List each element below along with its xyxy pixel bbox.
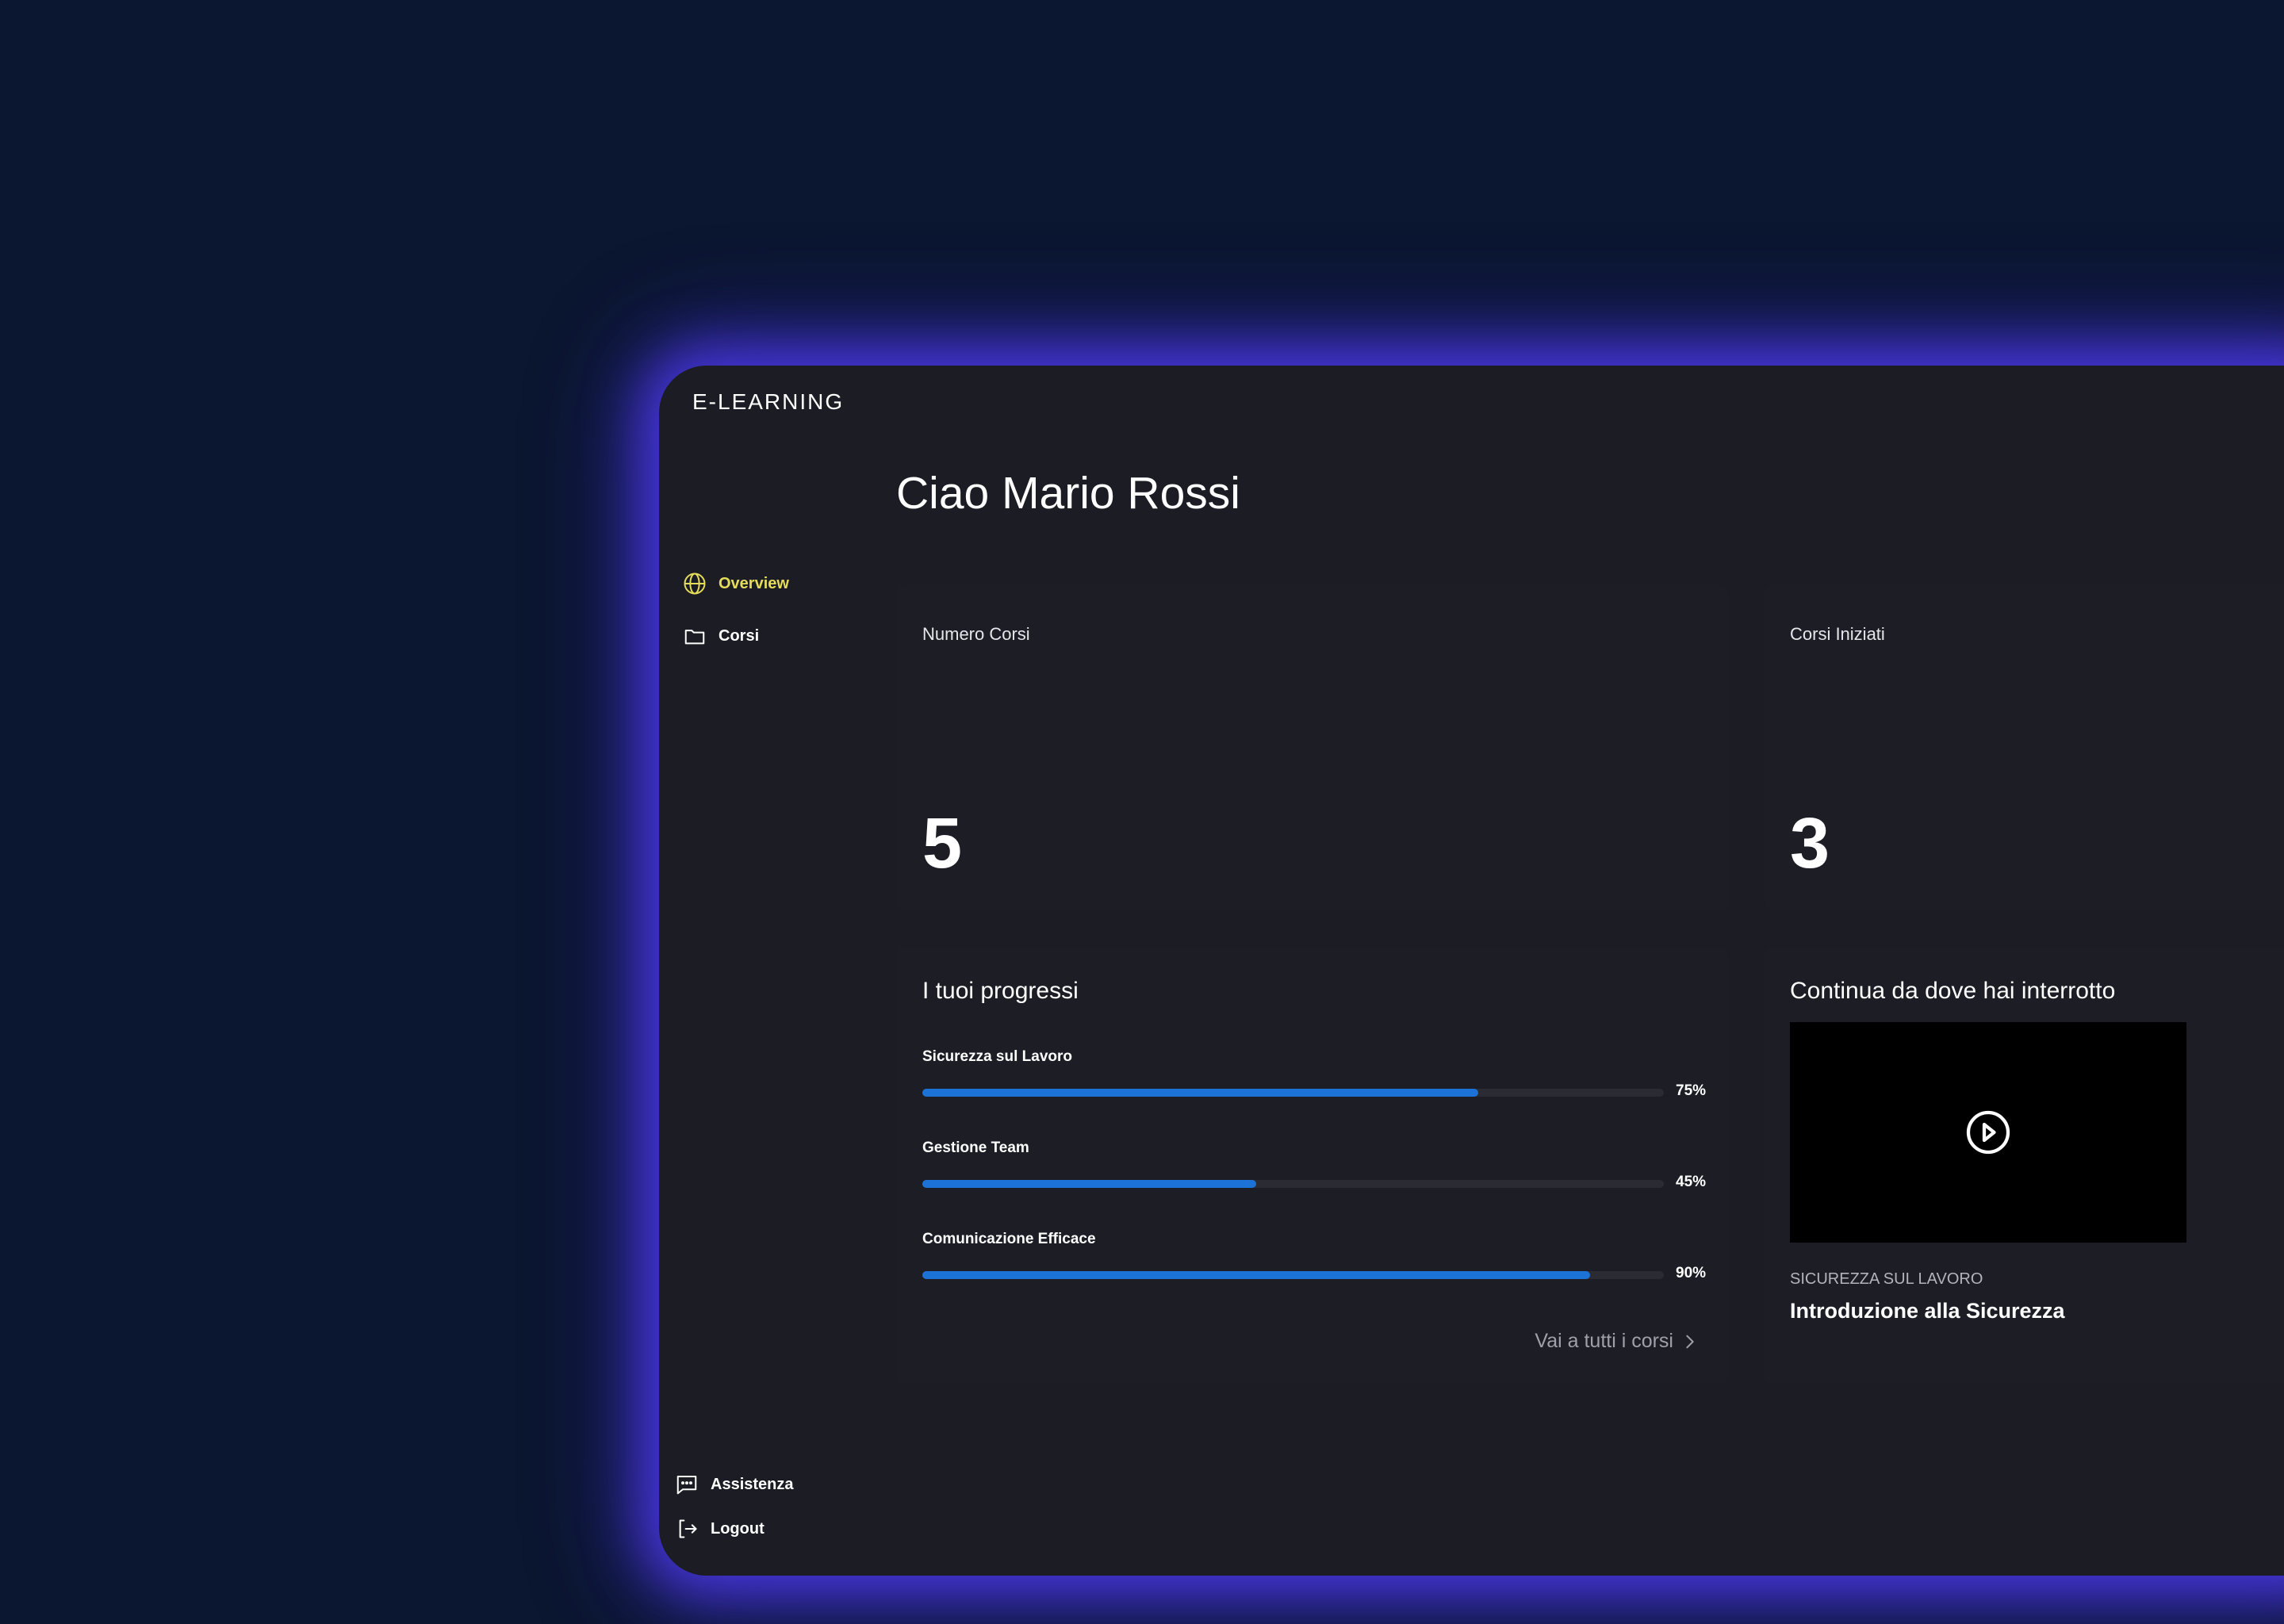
progress-item: Comunicazione Efficace 90% [922, 1231, 1707, 1294]
progress-bar-track [922, 1089, 1664, 1097]
stat-label: Corsi Iniziati [1790, 624, 1885, 644]
progress-percent: 75% [1676, 1082, 1707, 1099]
chevron-right-icon [1686, 1335, 1694, 1348]
globe-icon [684, 573, 706, 595]
sidebar-item-label: Assistenza [711, 1475, 794, 1493]
page-title: Ciao Mario Rossi [896, 468, 1240, 519]
logout-icon [679, 1519, 697, 1538]
progress-course-name: Comunicazione Efficace [922, 1231, 1096, 1247]
app-window: E-LEARNING Overview Corsi Assistenza Log… [659, 366, 2284, 1576]
progress-course-name: Gestione Team [922, 1139, 1029, 1156]
chat-icon [676, 1476, 697, 1495]
progress-percent: 45% [1676, 1174, 1707, 1190]
course-category: SICUREZZA SUL LAVORO [1790, 1270, 1983, 1288]
sidebar-item-label: Overview [719, 574, 789, 592]
sidebar-item-assistenza[interactable]: Assistenza [675, 1473, 794, 1496]
stat-card-corsi-iniziati: Corsi Iniziati 3 [1764, 584, 2284, 910]
progress-bar-fill [922, 1089, 1479, 1097]
sidebar-item-label: Corsi [719, 626, 760, 645]
sidebar-item-label: Logout [711, 1519, 765, 1538]
stat-value: 5 [922, 804, 963, 883]
resume-card: Continua da dove hai interrotto SICUREZZ… [1764, 947, 2284, 1383]
resume-title: Continua da dove hai interrotto [1790, 978, 2116, 1004]
progress-card: I tuoi progressi Sicurezza sul Lavoro 75… [896, 947, 1728, 1383]
folder-icon [684, 630, 705, 645]
progress-bar-fill [922, 1180, 1256, 1188]
sidebar-item-overview[interactable]: Overview [683, 572, 789, 596]
all-courses-link-label: Vai a tutti i corsi [1535, 1330, 1673, 1352]
stat-value: 3 [1790, 804, 1830, 883]
progress-item: Sicurezza sul Lavoro 75% [922, 1048, 1707, 1112]
play-icon[interactable] [1964, 1109, 2012, 1156]
progress-percent: 90% [1676, 1265, 1707, 1281]
course-title: Introduzione alla Sicurezza [1790, 1299, 2065, 1323]
progress-bar-fill [922, 1271, 1590, 1279]
stat-label: Numero Corsi [922, 624, 1030, 644]
progress-bar-track [922, 1180, 1664, 1188]
progress-course-name: Sicurezza sul Lavoro [922, 1048, 1073, 1065]
stat-card-numero-corsi: Numero Corsi 5 [896, 584, 1728, 910]
sidebar-item-corsi[interactable]: Corsi [683, 624, 759, 648]
brand-logo: E-LEARNING [692, 389, 845, 414]
all-courses-link[interactable]: Vai a tutti i corsi [1535, 1330, 1699, 1353]
video-player[interactable] [1790, 1022, 2186, 1243]
progress-item: Gestione Team 45% [922, 1139, 1707, 1203]
progress-title: I tuoi progressi [922, 978, 1079, 1004]
progress-bar-track [922, 1271, 1664, 1279]
logout-button[interactable]: Logout [676, 1518, 765, 1540]
